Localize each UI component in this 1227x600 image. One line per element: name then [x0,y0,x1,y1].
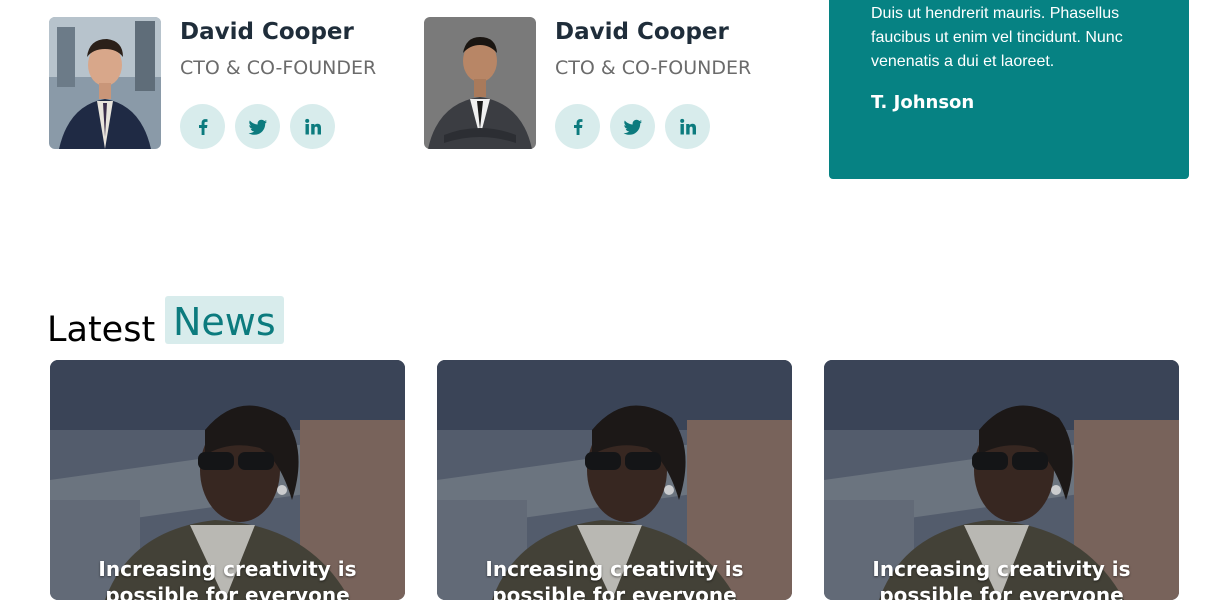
team-member-role: CTO & CO-FOUNDER [180,57,377,79]
team-member-card: David Cooper CTO & CO-FOUNDER [49,17,389,149]
facebook-icon[interactable] [555,104,600,149]
twitter-icon[interactable] [235,104,280,149]
linkedin-icon[interactable] [665,104,710,149]
team-member-card: David Cooper CTO & CO-FOUNDER [424,17,764,149]
team-member-role: CTO & CO-FOUNDER [555,57,752,79]
news-card[interactable]: Increasing creativity is possible for ev… [437,360,792,600]
testimonial-author: T. Johnson [871,92,975,113]
testimonial-card: Duis ut hendrerit mauris. Phasellus fauc… [829,0,1189,179]
team-member-photo [424,17,536,149]
linkedin-icon[interactable] [290,104,335,149]
twitter-icon[interactable] [610,104,655,149]
team-member-name: David Cooper [180,19,354,45]
testimonial-text: Duis ut hendrerit mauris. Phasellus fauc… [871,5,1123,70]
team-member-photo [49,17,161,149]
section-heading-latest: Latest [47,310,156,350]
news-card[interactable]: Increasing creativity is possible for ev… [824,360,1179,600]
news-card-headline[interactable]: Increasing creativity is possible for ev… [437,556,792,600]
news-card[interactable]: Increasing creativity is possible for ev… [50,360,405,600]
news-card-headline[interactable]: Increasing creativity is possible for ev… [824,556,1179,600]
social-links [180,104,335,149]
news-card-headline[interactable]: Increasing creativity is possible for ev… [50,556,405,600]
section-heading-news: News [165,296,284,344]
team-member-name: David Cooper [555,19,729,45]
facebook-icon[interactable] [180,104,225,149]
social-links [555,104,710,149]
